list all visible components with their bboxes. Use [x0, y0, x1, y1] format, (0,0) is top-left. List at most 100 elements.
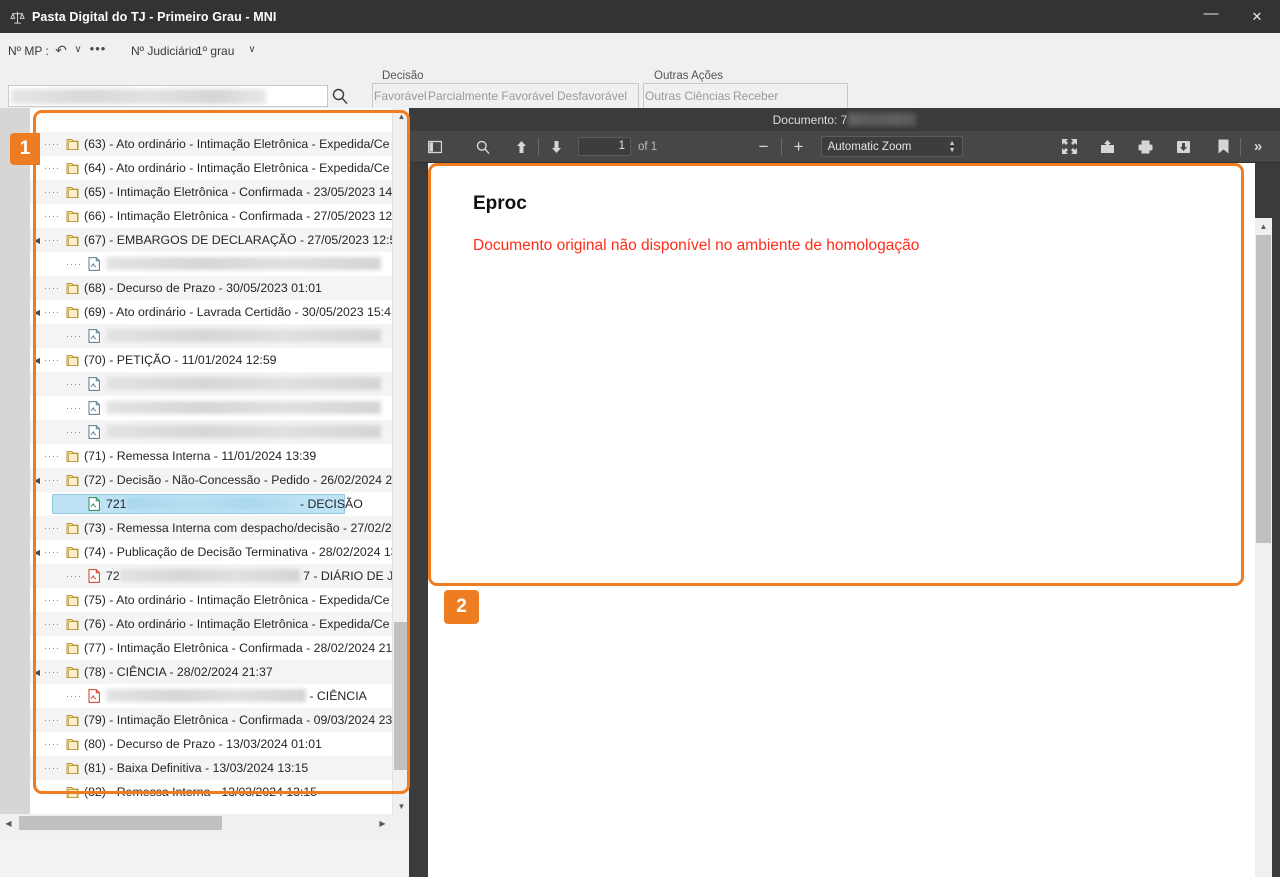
tree-row[interactable]: ···· (75) - Ato ordinário - Intimação Ele… [30, 588, 392, 612]
tree-row[interactable]: ···· (65) - Intimação Eletrônica - Confir… [30, 180, 392, 204]
bookmark-icon[interactable] [1209, 134, 1237, 160]
expand-collapse-icon[interactable]: ◀ [30, 660, 44, 684]
tree-row[interactable]: ···· [30, 324, 392, 348]
tree-row[interactable]: ···· (73) - Remessa Interna com despacho/… [30, 516, 392, 540]
scroll-left-arrow-icon[interactable]: ◀ [0, 814, 17, 832]
pdf-page-input[interactable]: 1 [578, 137, 631, 156]
tree-row[interactable]: ···· (77) - Intimação Eletrônica - Confir… [30, 636, 392, 660]
tree-row-text: (64) - Ato ordinário - Intimação Eletrôn… [82, 161, 390, 175]
search-input[interactable] [8, 85, 328, 107]
tree-row[interactable]: ···· (76) - Ato ordinário - Intimação Ele… [30, 612, 392, 636]
close-button[interactable]: ✕ [1234, 0, 1280, 33]
tree-row[interactable]: ◀ ···· (78) - CIÊNCIA - 28/02/2024 21:37 [30, 660, 392, 684]
expand-collapse-icon[interactable]: ◀ [30, 300, 44, 324]
more-options-icon[interactable]: ••• [89, 41, 107, 59]
document-vertical-scrollbar[interactable]: ▲ ▼ [1255, 218, 1272, 877]
tree-hscroll-thumb[interactable] [19, 816, 222, 830]
tree-vertical-scrollbar[interactable]: ▲ ▼ [392, 108, 409, 814]
tree-row[interactable]: ···· (79) - Intimação Eletrônica - Confir… [30, 708, 392, 732]
tree-row-text: (68) - Decurso de Prazo - 30/05/2023 01:… [82, 281, 322, 295]
decisao-parcialmente-favoravel-button[interactable]: Parcialmente Favorável [428, 89, 554, 103]
tree-row[interactable]: ◀ ···· (67) - EMBARGOS DE DECLARAÇÃO - 27/… [30, 228, 392, 252]
expand-collapse-icon[interactable]: ◀ [30, 468, 44, 492]
undo-icon[interactable]: ↶ [52, 41, 70, 59]
expand-collapse-icon[interactable]: ◀ [30, 540, 44, 564]
find-search-icon[interactable] [469, 134, 497, 160]
doc-scroll-thumb[interactable] [1256, 235, 1271, 543]
tree-row[interactable]: ◀ ···· (70) - PETIÇÃO - 11/01/2024 12:59 [30, 348, 392, 372]
tree-row-label: (81) - Baixa Definitiva - 13/03/2024 13:… [84, 761, 309, 775]
folder-icon [62, 636, 82, 660]
tree-row[interactable] [30, 108, 392, 132]
outras-ciencias-button[interactable]: Outras Ciências [645, 89, 730, 103]
next-page-down-arrow-icon[interactable] [542, 134, 570, 160]
title-bar: Pasta Digital do TJ - Primeiro Grau - MN… [0, 0, 1280, 33]
tree-horizontal-scrollbar[interactable]: ◀ ▶ [0, 814, 409, 832]
scroll-down-arrow-icon[interactable]: ▼ [393, 798, 409, 814]
tree-row[interactable]: ···· [30, 396, 392, 420]
tree-row-text: (74) - Publicação de Decisão Terminativa… [82, 545, 392, 559]
doc-scroll-up-arrow-icon[interactable]: ▲ [1255, 218, 1272, 234]
tree-scroll-thumb[interactable] [394, 622, 409, 770]
tree-row-text: 721 - DECISÃO [104, 497, 363, 511]
decisao-desfavoravel-button[interactable]: Desfavorável [557, 89, 627, 103]
pdf-icon [84, 252, 104, 276]
print-icon[interactable] [1131, 134, 1159, 160]
tree-row[interactable]: ···· (81) - Baixa Definitiva - 13/03/2024… [30, 756, 392, 780]
expand-collapse-icon[interactable]: ◀ [30, 348, 44, 372]
tree-row-text: 72 7 - DIÁRIO DE JU [104, 569, 392, 583]
tree-row-text [104, 401, 381, 415]
receber-button[interactable]: Receber [733, 89, 778, 103]
tree-row[interactable]: ···· (66) - Intimação Eletrônica - Confir… [30, 204, 392, 228]
decisao-favoravel-button[interactable]: Favorável [374, 89, 427, 103]
minimize-button[interactable]: — [1188, 0, 1234, 33]
tree-row[interactable]: ···· [30, 420, 392, 444]
tree-row[interactable]: ◀ ···· (74) - Publicação de Decisão Termin… [30, 540, 392, 564]
folder-icon [62, 228, 82, 252]
tree-row[interactable]: ···· 72 7 - DIÁRIO DE JU [30, 564, 392, 588]
tree-row[interactable]: ◀ ···· (69) - Ato ordinário - Lavrada Cert… [30, 300, 392, 324]
tree-row[interactable]: ···· (80) - Decurso de Prazo - 13/03/2024… [30, 732, 392, 756]
redacted-filename [119, 569, 300, 582]
tree-connector-line: ···· [44, 715, 60, 725]
tree-row-text: (67) - EMBARGOS DE DECLARAÇÃO - 27/05/20… [82, 233, 392, 247]
tree-row[interactable]: ···· (63) - Ato ordinário - Intimação Ele… [30, 132, 392, 156]
open-file-icon[interactable] [1093, 134, 1121, 160]
search-icon[interactable] [331, 87, 349, 105]
tree-row[interactable]: ···· (82) - Remessa Interna - 13/03/2024 … [30, 780, 392, 804]
tree-row[interactable]: ···· (71) - Remessa Interna - 11/01/2024 … [30, 444, 392, 468]
tree-row[interactable]: ···· (64) - Ato ordinário - Intimação Ele… [30, 156, 392, 180]
zoom-out-icon[interactable]: − [750, 134, 778, 160]
chevron-down-icon[interactable]: ∨ [71, 43, 85, 57]
tree-row-text: (73) - Remessa Interna com despacho/deci… [82, 521, 392, 535]
sidebar-toggle-icon[interactable] [421, 134, 449, 160]
download-icon[interactable] [1169, 134, 1197, 160]
tree-row[interactable]: ···· [30, 372, 392, 396]
zoom-in-icon[interactable]: + [785, 134, 813, 160]
folder-icon [62, 516, 82, 540]
tree-row-list[interactable]: ···· (63) - Ato ordinário - Intimação Ele… [30, 108, 392, 814]
tree-row-text: (77) - Intimação Eletrônica - Confirmada… [82, 641, 392, 655]
document-header-label: Documento: 7 [772, 112, 848, 127]
tree-row-label: (67) - EMBARGOS DE DECLARAÇÃO - 27/05/20… [84, 233, 392, 247]
tree-row-selected[interactable]: ····721 - DECISÃO [30, 492, 392, 516]
grau-chevron-down-icon[interactable]: ∨ [245, 43, 259, 57]
tree-row-text [104, 329, 381, 343]
tree-row-label: (63) - Ato ordinário - Intimação Eletrôn… [84, 137, 390, 151]
previous-page-up-arrow-icon[interactable] [507, 134, 535, 160]
tree-row[interactable]: ···· [30, 252, 392, 276]
zoom-level-select[interactable]: Automatic Zoom ▲ ▼ [820, 136, 963, 157]
scroll-right-arrow-icon[interactable]: ▶ [374, 814, 391, 832]
pdf-page: Eproc Documento original não disponível … [428, 163, 1255, 817]
scroll-up-arrow-icon[interactable]: ▲ [393, 108, 409, 124]
presentation-fullscreen-icon[interactable] [1055, 134, 1083, 160]
redacted-filename [126, 497, 297, 510]
tools-double-chevron-icon[interactable]: » [1244, 134, 1272, 160]
tree-row[interactable]: ···· - CIÊNCIA [30, 684, 392, 708]
expand-collapse-icon[interactable]: ◀ [30, 228, 44, 252]
tree-row[interactable]: ◀ ···· (72) - Decisão - Não-Concessão - Pe… [30, 468, 392, 492]
tree-row[interactable]: ···· (68) - Decurso de Prazo - 30/05/2023… [30, 276, 392, 300]
